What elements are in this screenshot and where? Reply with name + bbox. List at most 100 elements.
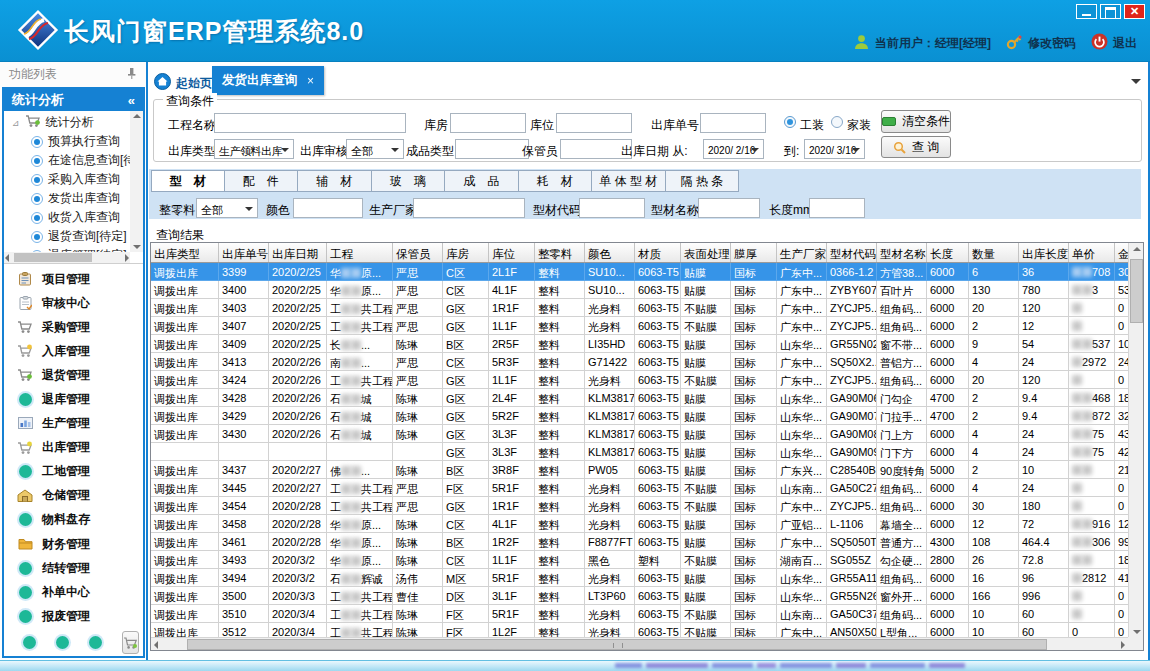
collapse-icon[interactable]: « [128, 93, 135, 108]
order-no-input[interactable] [700, 113, 766, 133]
tree-item[interactable]: 预算执行查询 [4, 132, 130, 151]
column-header[interactable]: 出库单号 [219, 243, 269, 262]
pin-icon[interactable] [127, 67, 137, 82]
table-row[interactable]: 调拨出库34612020/2/28华原...陈琳B区1R2F整料F8877FT6… [151, 533, 1128, 551]
table-row[interactable]: 调拨出库34542020/2/28工共工程严思G区1R1F整料光身料6063-T… [151, 497, 1128, 515]
maker-input[interactable] [413, 198, 525, 218]
color-input[interactable] [293, 198, 363, 218]
table-row[interactable]: 调拨出库34942020/3/2石辉诚汤伟M区5R1F整料光身料6063-T5贴… [151, 569, 1128, 587]
out-type-select[interactable]: 生产领料出库 [214, 139, 294, 159]
table-row[interactable]: 调拨出库34242020/2/26工共工程严思G区1L1F整料光身料6063-T… [151, 371, 1128, 389]
sidebar-item-项目管理[interactable]: 项目管理 [4, 267, 143, 291]
tab-list-chevron[interactable] [1131, 79, 1141, 89]
column-header[interactable]: 单价 [1069, 243, 1115, 262]
material-tab-3[interactable]: 辅 材 [298, 170, 372, 192]
date-to-select[interactable]: 2020/ 3/16 [804, 139, 865, 159]
sidebar-item-报废管理[interactable]: 报废管理 [4, 604, 143, 628]
column-header[interactable]: 型材代码 [827, 243, 877, 262]
column-header[interactable]: 出库长度 [1019, 243, 1069, 262]
radio-home[interactable] [831, 116, 843, 128]
material-tab-8[interactable]: 隔 热 条 [666, 170, 740, 192]
material-tab-4[interactable]: 玻 璃 [372, 170, 446, 192]
column-header[interactable]: 出库类型 [151, 243, 219, 262]
sidebar-item-仓储管理[interactable]: 仓储管理 [4, 484, 143, 508]
sidebar-item-物料盘存[interactable]: 物料盘存 [4, 508, 143, 532]
name-input[interactable] [698, 198, 760, 218]
grid-hscrollbar[interactable] [151, 637, 1128, 650]
material-tab-6[interactable]: 耗 材 [519, 170, 593, 192]
sidebar-item-财务管理[interactable]: 财务管理 [4, 532, 143, 556]
table-row[interactable]: 调拨出库34932020/3/2华原...陈琳C区1L1F整料黑色塑料不贴膜国标… [151, 551, 1128, 569]
column-header[interactable]: 金额 [1115, 243, 1128, 262]
sidebar-item-结转管理[interactable]: 结转管理 [4, 556, 143, 580]
tree-item[interactable]: 发货出库查询 [4, 189, 130, 208]
tree-item[interactable]: 在途信息查询[待 [4, 151, 130, 170]
location-input[interactable] [556, 113, 632, 133]
sidebar-item-补单中心[interactable]: 补单中心 [4, 580, 143, 604]
table-row[interactable]: 调拨出库34582020/2/28华原...陈琳C区4L1F整料光身料6063-… [151, 515, 1128, 533]
minimize-button[interactable] [1076, 4, 1097, 19]
clear-button[interactable]: 清空条件 [881, 110, 951, 133]
table-row[interactable]: 调拨出库35002020/3/3工共工程曹佳D区3L1F整料LT3P606063… [151, 587, 1128, 605]
tab-close-icon[interactable]: × [307, 74, 314, 88]
sidebar-item-退货管理[interactable]: 退货管理 [4, 363, 143, 387]
sidebar-item-入库管理[interactable]: 入库管理 [4, 339, 143, 363]
sidebar-item-出库管理[interactable]: 出库管理 [4, 436, 143, 460]
column-header[interactable]: 工程 [327, 243, 393, 262]
column-header[interactable]: 整零料 [535, 243, 585, 262]
length-input[interactable] [809, 198, 865, 218]
project-name-input[interactable] [214, 113, 406, 133]
column-header[interactable]: 颜色 [585, 243, 635, 262]
maximize-button[interactable] [1100, 4, 1121, 19]
circle-icon[interactable] [89, 636, 102, 649]
column-header[interactable]: 长度 [927, 243, 969, 262]
tree-hscrollbar[interactable] [4, 252, 130, 263]
table-row[interactable]: 调拨出库33992020/2/25华原...严思C区2L1F整料SU10...6… [151, 263, 1128, 281]
column-header[interactable]: 表面处理 [681, 243, 731, 262]
table-row[interactable]: 调拨出库34302020/2/26石城陈琳G区3L3F整料KLM38176063… [151, 425, 1128, 443]
tree-item[interactable]: 收货入库查询 [4, 208, 130, 227]
sidebar-item-审核中心[interactable]: 审核中心 [4, 291, 143, 315]
column-header[interactable]: 库位 [489, 243, 535, 262]
sidebar-item-退库管理[interactable]: 退库管理 [4, 387, 143, 411]
product-type-input[interactable] [455, 139, 529, 159]
radio-work[interactable] [784, 116, 796, 128]
whole-select[interactable]: 全部 [196, 198, 258, 218]
warehouse-input[interactable] [450, 113, 526, 133]
table-row[interactable]: 调拨出库34132020/2/26南...严思C区5R3F整料G71422606… [151, 353, 1128, 371]
table-row[interactable]: 调拨出库34002020/2/25华原...严思C区4L1F整料SU10...6… [151, 281, 1128, 299]
material-tab-2[interactable]: 配 件 [225, 170, 299, 192]
tree-item[interactable]: 采购入库查询 [4, 170, 130, 189]
table-row[interactable]: 调拨出库34072020/2/25工共工程严思G区1L1F整料光身料6063-T… [151, 317, 1128, 335]
tab-active[interactable]: 发货出库查询 × [212, 66, 324, 95]
cart-button[interactable] [122, 631, 139, 654]
table-row[interactable]: 调拨出库35122020/3/4工共工程陈琳F区1L2F整料光身料6063-T5… [151, 623, 1128, 637]
column-header[interactable]: 生产厂家 [777, 243, 827, 262]
logout-link[interactable]: 退出 [1113, 35, 1137, 52]
tab-home[interactable]: 起始页 [154, 73, 212, 93]
search-button[interactable]: 查 询 [881, 136, 951, 158]
close-button[interactable]: ✕ [1124, 4, 1145, 19]
column-header[interactable]: 膜厚 [731, 243, 777, 262]
table-row[interactable]: 调拨出库34032020/2/25工共工程严思G区1R1F整料光身料6063-T… [151, 299, 1128, 317]
table-row[interactable]: 调拨出库35102020/3/4工共工程陈琳F区5R1F整料光身料6063-T5… [151, 605, 1128, 623]
material-tab-1[interactable]: 型 材 [151, 170, 225, 192]
date-from-select[interactable]: 2020/ 2/16 [703, 139, 764, 159]
circle-icon[interactable] [23, 636, 36, 649]
tree-root[interactable]: ⊿统计分析 [4, 113, 130, 132]
column-header[interactable]: 材质 [635, 243, 681, 262]
sidebar-item-采购管理[interactable]: 采购管理 [4, 315, 143, 339]
table-row[interactable]: 调拨出库34292020/2/26石城陈琳G区5R2F整料KLM38176063… [151, 407, 1128, 425]
table-row[interactable]: 调拨出库34092020/2/25长...陈琳B区2R5F整料LI35HD606… [151, 335, 1128, 353]
table-row[interactable]: G区3L3F整料KLM38176063-T5贴膜国标山东华...GA90M09.… [151, 443, 1128, 461]
table-row[interactable]: 调拨出库34282020/2/26石城陈琳G区2L4F整料KLM38176063… [151, 389, 1128, 407]
table-row[interactable]: 调拨出库34452020/2/27工共工程严思F区5R1F整料光身料6063-T… [151, 479, 1128, 497]
sidebar-item-生产管理[interactable]: 生产管理 [4, 412, 143, 436]
material-tab-5[interactable]: 成 品 [445, 170, 519, 192]
tree-item[interactable]: 退货查询[待定] [4, 227, 130, 246]
column-header[interactable]: 库房 [443, 243, 489, 262]
sidebar-item-工地管理[interactable]: 工地管理 [4, 460, 143, 484]
grid-vscrollbar[interactable] [1128, 243, 1143, 637]
material-tab-7[interactable]: 单 体 型 材 [592, 170, 666, 192]
audit-select[interactable]: 全部 [346, 139, 404, 159]
